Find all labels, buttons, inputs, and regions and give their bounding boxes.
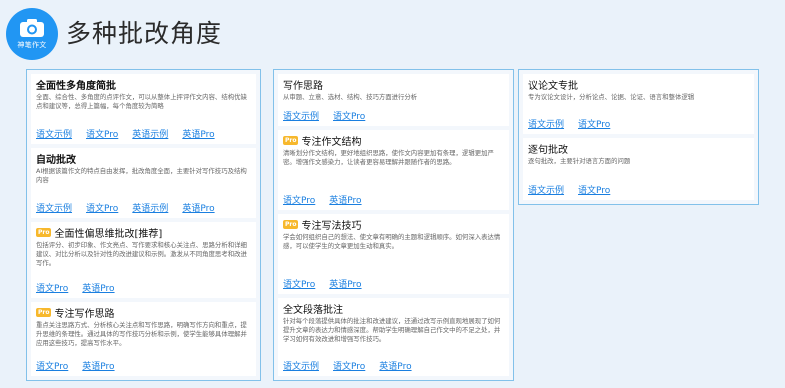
card-title: 全文段落批注 xyxy=(283,304,343,316)
card-title-row: Pro 全面性偏思维批改[推荐] xyxy=(36,225,251,240)
card-links: 语文示例 语文Pro xyxy=(528,183,624,196)
chinese-pro-link[interactable]: 语文Pro xyxy=(578,183,610,196)
chinese-example-link[interactable]: 语文示例 xyxy=(36,201,72,214)
card-links: 语文示例 语文Pro 英语示例 英语Pro xyxy=(36,127,229,140)
card-description: 包括评分、初步印象、作文亮点、写作要求和核心关注点、思路分析和详细建议、对比分析… xyxy=(36,241,247,267)
english-example-link[interactable]: 英语示例 xyxy=(132,201,168,214)
card-description: 学会如何组织自己的想法、使文章有明确的主题和逻辑顺序。如何深入表达情感，可以使学… xyxy=(283,233,501,250)
card-writing-techniques: Pro 专注写法技巧 学会如何组织自己的想法、使文章有明确的主题和逻辑顺序。如何深… xyxy=(278,214,509,294)
page-title: 多种批改角度 xyxy=(66,19,223,48)
chinese-pro-link[interactable]: 语文Pro xyxy=(86,201,118,214)
card-description: 全面、综合性、多角度的点评作文，可以从整体上抨评作文内容、结构优缺点和建议等，总… xyxy=(36,93,247,110)
chinese-pro-link[interactable]: 语文Pro xyxy=(578,117,610,130)
card-title-row: Pro 专注写法技巧 xyxy=(283,217,504,232)
english-pro-link[interactable]: 英语Pro xyxy=(379,359,411,372)
card-title: 全面性多角度简批 xyxy=(36,80,116,92)
card-writing-ideas: 写作思路 从审题、立意、选材、结构、技巧方面进行分析 语文示例 语文Pro xyxy=(278,74,509,126)
card-description: AI根据该篇作文的特点自由发挥，批改角度全面，主要针对写作技巧及结构内容 xyxy=(36,167,247,184)
english-pro-link[interactable]: 英语Pro xyxy=(82,359,114,372)
card-description: 重点关注思路方式、分析核心关注点和写作思路，明确写作方向和重点，提升思维的条理性… xyxy=(36,321,247,347)
card-links: 语文Pro 英语Pro xyxy=(283,277,376,290)
chinese-example-link[interactable]: 语文示例 xyxy=(36,127,72,140)
chinese-example-link[interactable]: 语文示例 xyxy=(528,183,564,196)
card-description: 专为议论文设计，分析论点、论据、论证、语言和整体逻辑 xyxy=(528,93,695,101)
card-links: 语文示例 语文Pro xyxy=(283,109,379,122)
pro-badge: Pro xyxy=(36,307,52,317)
card-links: 语文示例 语文Pro 英语示例 英语Pro xyxy=(36,201,229,214)
card-links: 语文示例 语文Pro xyxy=(528,117,624,130)
chinese-pro-link[interactable]: 语文Pro xyxy=(36,359,68,372)
card-title: 逐句批改 xyxy=(528,144,568,156)
english-pro-link[interactable]: 英语Pro xyxy=(182,201,214,214)
card-title: 全面性偏思维批改[推荐] xyxy=(54,228,163,240)
page-header: 神笔作文 多种批改角度 xyxy=(0,0,785,66)
chinese-pro-link[interactable]: 语文Pro xyxy=(283,193,315,206)
card-thinking-correction: Pro 全面性偏思维批改[推荐] 包括评分、初步印象、作文亮点、写作要求和核心关注… xyxy=(31,222,256,298)
column-writing: 写作思路 从审题、立意、选材、结构、技巧方面进行分析 语文示例 语文Pro Pr… xyxy=(273,69,514,381)
card-essay-structure: Pro 专注作文结构 清晰划分作文结构，更好地组织思路，使作文内容更加有条理，逻辑… xyxy=(278,130,509,210)
english-example-link[interactable]: 英语示例 xyxy=(132,127,168,140)
card-writing-ideas-pro: Pro 专注写作思路 重点关注思路方式、分析核心关注点和写作思路，明确写作方向和重… xyxy=(31,302,256,376)
english-pro-link[interactable]: 英语Pro xyxy=(182,127,214,140)
card-links: 语文示例 语文Pro 英语Pro xyxy=(283,359,426,372)
camera-icon xyxy=(19,18,45,38)
pro-badge: Pro xyxy=(283,135,299,145)
card-title: 专注写法技巧 xyxy=(301,220,362,232)
card-description: 清晰划分作文结构，更好地组织思路，使作文内容更加有条理，逻辑更加严密。增强作文感… xyxy=(283,149,494,166)
app-logo[interactable]: 神笔作文 xyxy=(6,8,58,60)
card-links: 语文Pro 英语Pro xyxy=(283,193,376,206)
card-sentence-correction: 逐句批改 逐句批改，主要针对语言方面的问题 语文示例 语文Pro xyxy=(523,138,754,200)
card-description: 逐句批改，主要针对语言方面的问题 xyxy=(528,157,631,165)
english-pro-link[interactable]: 英语Pro xyxy=(329,277,361,290)
column-general: 全面性多角度简批 全面、综合性、多角度的点评作文，可以从整体上抨评作文内容、结构… xyxy=(26,69,261,381)
card-title: 议论文专批 xyxy=(528,80,578,92)
pro-badge: Pro xyxy=(36,227,52,237)
card-title-row: Pro 专注作文结构 xyxy=(283,133,504,148)
chinese-example-link[interactable]: 语文示例 xyxy=(283,109,319,122)
card-title: 专注写作思路 xyxy=(54,308,115,320)
column-special: 议论文专批 专为议论文设计，分析论点、论据、论证、语言和整体逻辑 语文示例 语文… xyxy=(518,69,759,205)
chinese-pro-link[interactable]: 语文Pro xyxy=(86,127,118,140)
card-title: 自动批改 xyxy=(36,154,76,166)
card-title: 专注作文结构 xyxy=(301,136,362,148)
card-auto-correction: 自动批改 AI根据该篇作文的特点自由发挥，批改角度全面，主要针对写作技巧及结构内… xyxy=(31,148,256,218)
card-description: 从审题、立意、选材、结构、技巧方面进行分析 xyxy=(283,93,418,101)
chinese-pro-link[interactable]: 语文Pro xyxy=(36,281,68,294)
card-description: 针对每个段落提供具体的批注和改进建议，还通过改写示例直观地展现了如何提升文章的表… xyxy=(283,317,501,343)
pro-badge: Pro xyxy=(283,219,299,229)
chinese-pro-link[interactable]: 语文Pro xyxy=(333,359,365,372)
english-pro-link[interactable]: 英语Pro xyxy=(82,281,114,294)
english-pro-link[interactable]: 英语Pro xyxy=(329,193,361,206)
chinese-example-link[interactable]: 语文示例 xyxy=(528,117,564,130)
chinese-example-link[interactable]: 语文示例 xyxy=(283,359,319,372)
card-title: 写作思路 xyxy=(283,80,323,92)
card-links: 语文Pro 英语Pro xyxy=(36,281,129,294)
chinese-pro-link[interactable]: 语文Pro xyxy=(333,109,365,122)
card-argumentative-essay: 议论文专批 专为议论文设计，分析论点、论据、论证、语言和整体逻辑 语文示例 语文… xyxy=(523,74,754,134)
logo-text: 神笔作文 xyxy=(17,41,47,49)
card-comprehensive-brief: 全面性多角度简批 全面、综合性、多角度的点评作文，可以从整体上抨评作文内容、结构… xyxy=(31,74,256,144)
card-title-row: Pro 专注写作思路 xyxy=(36,305,251,320)
chinese-pro-link[interactable]: 语文Pro xyxy=(283,277,315,290)
card-paragraph-annotation: 全文段落批注 针对每个段落提供具体的批注和改进建议，还通过改写示例直观地展现了如… xyxy=(278,298,509,376)
card-links: 语文Pro 英语Pro xyxy=(36,359,129,372)
